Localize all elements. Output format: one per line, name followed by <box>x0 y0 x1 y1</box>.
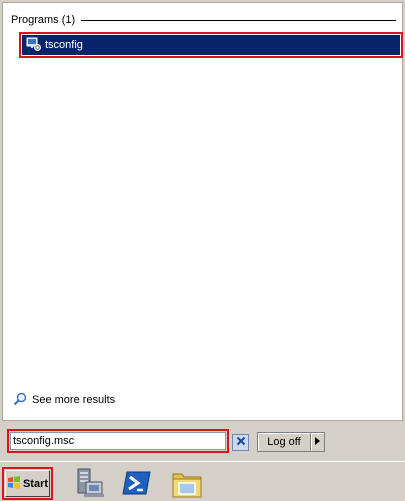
search-box-highlight <box>7 429 229 453</box>
chevron-right-icon <box>315 436 320 448</box>
powershell-icon[interactable] <box>120 466 154 500</box>
server-manager-icon[interactable] <box>72 466 106 500</box>
shutdown-options-button[interactable] <box>311 432 325 452</box>
search-results-pane: Programs (1) tsconfig See more results <box>2 2 403 421</box>
windows-logo-icon <box>7 475 21 492</box>
log-off-button[interactable]: Log off <box>257 432 311 452</box>
clear-search-button[interactable] <box>232 434 249 451</box>
start-button[interactable]: Start <box>2 467 53 500</box>
close-icon <box>236 436 246 449</box>
search-icon <box>13 392 27 409</box>
programs-group-header: Programs (1) <box>11 13 396 27</box>
group-divider <box>81 19 396 21</box>
search-input[interactable] <box>10 432 226 450</box>
taskbar: Start <box>0 461 405 501</box>
windows-explorer-icon[interactable] <box>170 466 204 500</box>
start-label: Start <box>22 477 49 490</box>
log-off-label: Log off <box>267 436 301 448</box>
result-item-label: tsconfig <box>45 39 83 51</box>
programs-group-label: Programs (1) <box>11 14 76 26</box>
tsconfig-icon <box>26 36 42 55</box>
result-item-tsconfig[interactable]: tsconfig <box>19 32 403 58</box>
see-more-results-link[interactable]: See more results <box>13 392 115 408</box>
see-more-results-label: See more results <box>32 394 116 406</box>
start-menu: Programs (1) tsconfig See more results t… <box>0 0 405 461</box>
